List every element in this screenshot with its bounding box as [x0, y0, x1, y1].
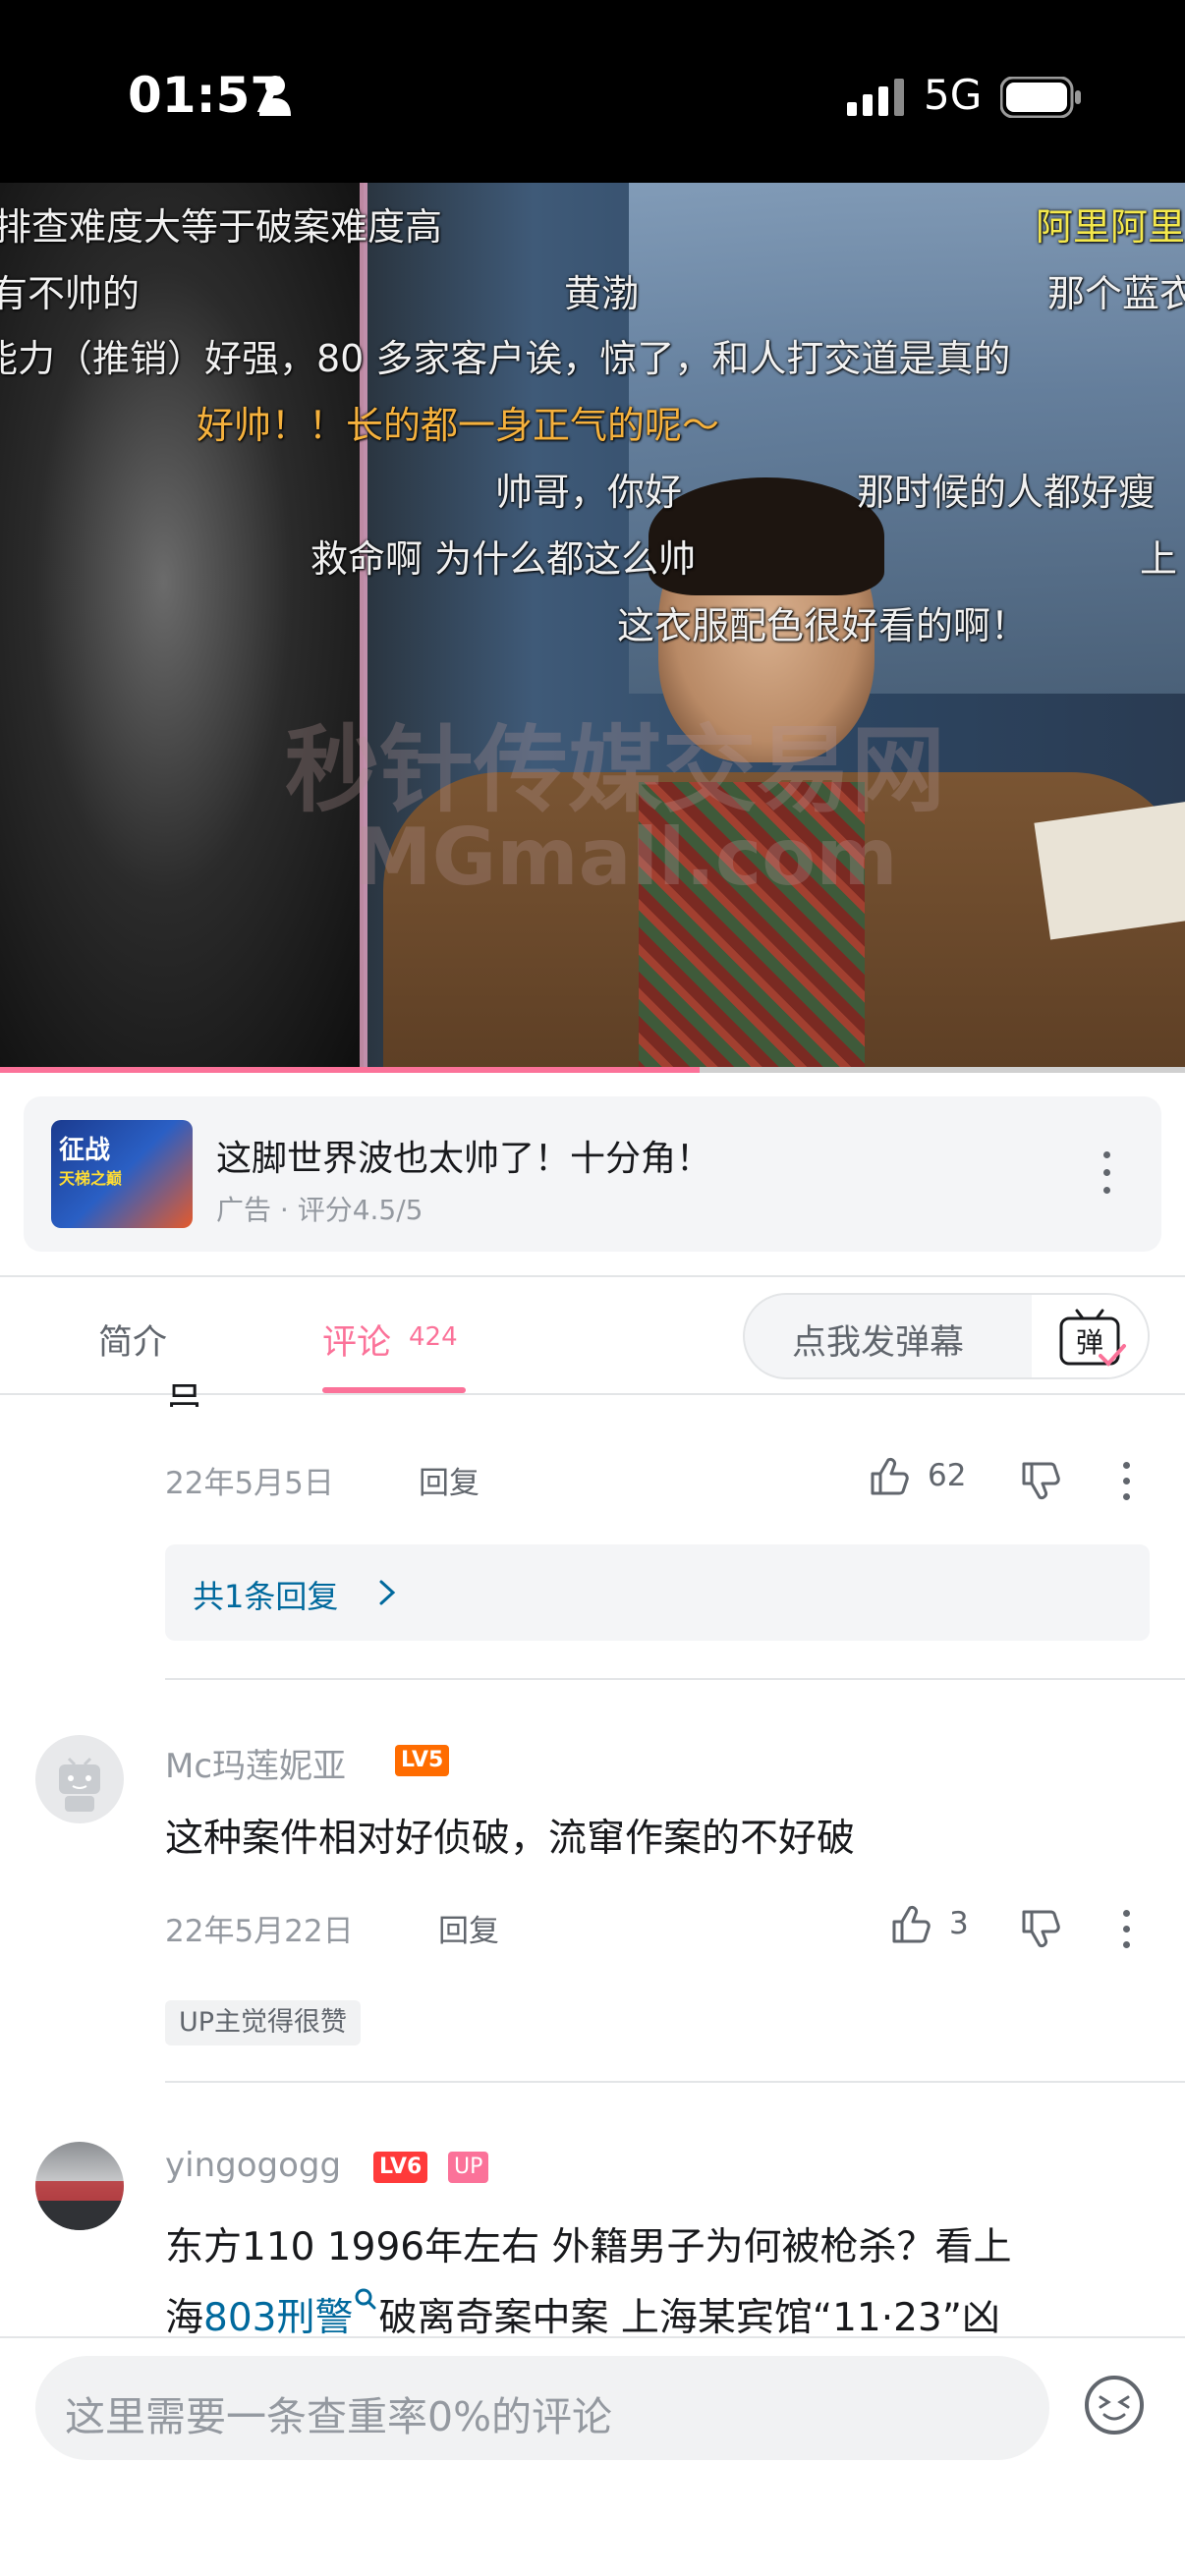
thumbs-up-icon[interactable]: [890, 1902, 933, 1945]
danmaku-item: 排查难度大等于破案难度高: [0, 205, 443, 249]
comment-text: 这种案件相对好侦破，流窜作案的不好破: [165, 1817, 856, 1861]
thumbs-down-icon[interactable]: [1020, 1908, 1063, 1951]
avatar[interactable]: [35, 1735, 124, 1823]
avatar[interactable]: [35, 2142, 124, 2230]
comment-reply-button[interactable]: 回复: [438, 1906, 499, 1950]
network-label: 5G: [924, 71, 983, 119]
ad-subtitle: 广告 · 评分4.5/5: [216, 1194, 423, 1226]
video-paper: [1034, 801, 1185, 940]
video-progress-fill: [0, 1067, 700, 1073]
search-icon: [355, 2288, 376, 2310]
comment-like-count: 62: [928, 1458, 967, 1493]
up-liked-tag: UP主觉得很赞: [165, 2000, 362, 2045]
thumbs-down-icon[interactable]: [1020, 1460, 1063, 1503]
chevron-right-icon: [379, 1580, 396, 1605]
tab-intro[interactable]: 简介: [98, 1315, 167, 1365]
tab-comments-count: 424: [409, 1322, 458, 1352]
comment-reply-button[interactable]: 回复: [419, 1458, 480, 1502]
comment-divider: [165, 1678, 1185, 1680]
comment-username[interactable]: Mc玛莲妮亚: [165, 1739, 346, 1787]
video-watermark: 秒针传媒交易网: [285, 715, 945, 825]
replies-summary-text: 共1条回复: [193, 1578, 339, 1615]
danmaku-item: 帅哥，你好: [495, 471, 683, 514]
comment-text-partial: 吕: [165, 1380, 204, 1407]
video-split-line: [360, 183, 367, 1071]
ad-more-icon[interactable]: [1100, 1149, 1112, 1199]
battery-icon: [1000, 77, 1081, 118]
danmaku-toggle-icon: 弹: [1059, 1309, 1126, 1367]
tabs-divider-top: [0, 1275, 1185, 1277]
search-keyword-link[interactable]: 803刑警: [203, 2296, 353, 2340]
tab-comments[interactable]: 评论: [322, 1315, 391, 1365]
video-watermark-url: MGmall.com: [354, 812, 898, 903]
danmaku-item: 黄渤: [564, 272, 640, 315]
danmaku-item: 那时候的人都好瘦: [857, 471, 1157, 514]
comment-text-line2: 海803刑警 破离奇案中案 上海某宾馆“11·23”凶: [165, 2287, 1000, 2342]
person-icon: [259, 76, 291, 116]
comment-more-icon[interactable]: [1120, 1462, 1132, 1505]
comment-input-placeholder: 这里需要一条查重率0%的评论: [65, 2393, 613, 2440]
level-badge: LV5: [395, 1745, 450, 1776]
comment-like-count: 3: [949, 1906, 969, 1941]
comment-text-line1: 东方110 1996年左右 外籍男子为何被枪杀？看上: [165, 2225, 1012, 2269]
danmaku-placeholder: 点我发弹幕: [792, 1323, 965, 1363]
danmaku-item: 这衣服配色很好看的啊！: [617, 604, 1029, 647]
danmaku-item: 好帅！！长的都一身正气的呢～: [197, 404, 720, 447]
danmaku-item: 救命啊 为什么都这么帅: [310, 537, 697, 581]
level-badge: LV6: [373, 2152, 428, 2183]
comment-date: 22年5月5日: [165, 1466, 334, 1501]
comment-more-icon[interactable]: [1120, 1910, 1132, 1953]
video-player[interactable]: 秒针传媒交易网 MGmall.com 排查难度大等于破案难度高 阿里阿里 有不帅…: [0, 183, 1185, 1071]
comment-text-prefix: 海: [165, 2296, 204, 2340]
emoji-icon[interactable]: [1081, 2372, 1148, 2438]
comment-date: 22年5月22日: [165, 1914, 354, 1949]
danmaku-item: 有不帅的: [0, 272, 141, 315]
danmaku-toggle-button[interactable]: 弹: [1032, 1295, 1148, 1377]
train-photo-avatar: [35, 2181, 124, 2230]
ad-thumbnail-title: 征战: [59, 1136, 111, 1165]
danmaku-item: 能力（推销）好强，80 多家客户诶，惊了，和人打交道是真的: [0, 337, 1011, 380]
signal-icon: [847, 79, 904, 116]
ad-thumbnail-subtitle: 天梯之巅: [59, 1169, 123, 1188]
status-bar: 01:57 5G: [0, 0, 1185, 183]
danmaku-item: 上: [1140, 537, 1178, 581]
comment-divider: [165, 2081, 1185, 2083]
svg-text:弹: 弹: [1076, 1326, 1103, 1359]
danmaku-item: 阿里阿里: [1036, 205, 1185, 249]
default-avatar-icon: [59, 1757, 100, 1812]
thumbs-up-icon[interactable]: [869, 1454, 912, 1497]
up-badge: UP: [448, 2152, 489, 2183]
danmaku-item: 那个蓝衣: [1047, 272, 1185, 315]
ad-title[interactable]: 这脚世界波也太帅了！十分角！: [216, 1130, 711, 1181]
comment-text-suffix: 破离奇案中案 上海某宾馆“11·23”凶: [378, 2296, 1000, 2340]
comment-username[interactable]: yingogogg: [165, 2146, 341, 2185]
